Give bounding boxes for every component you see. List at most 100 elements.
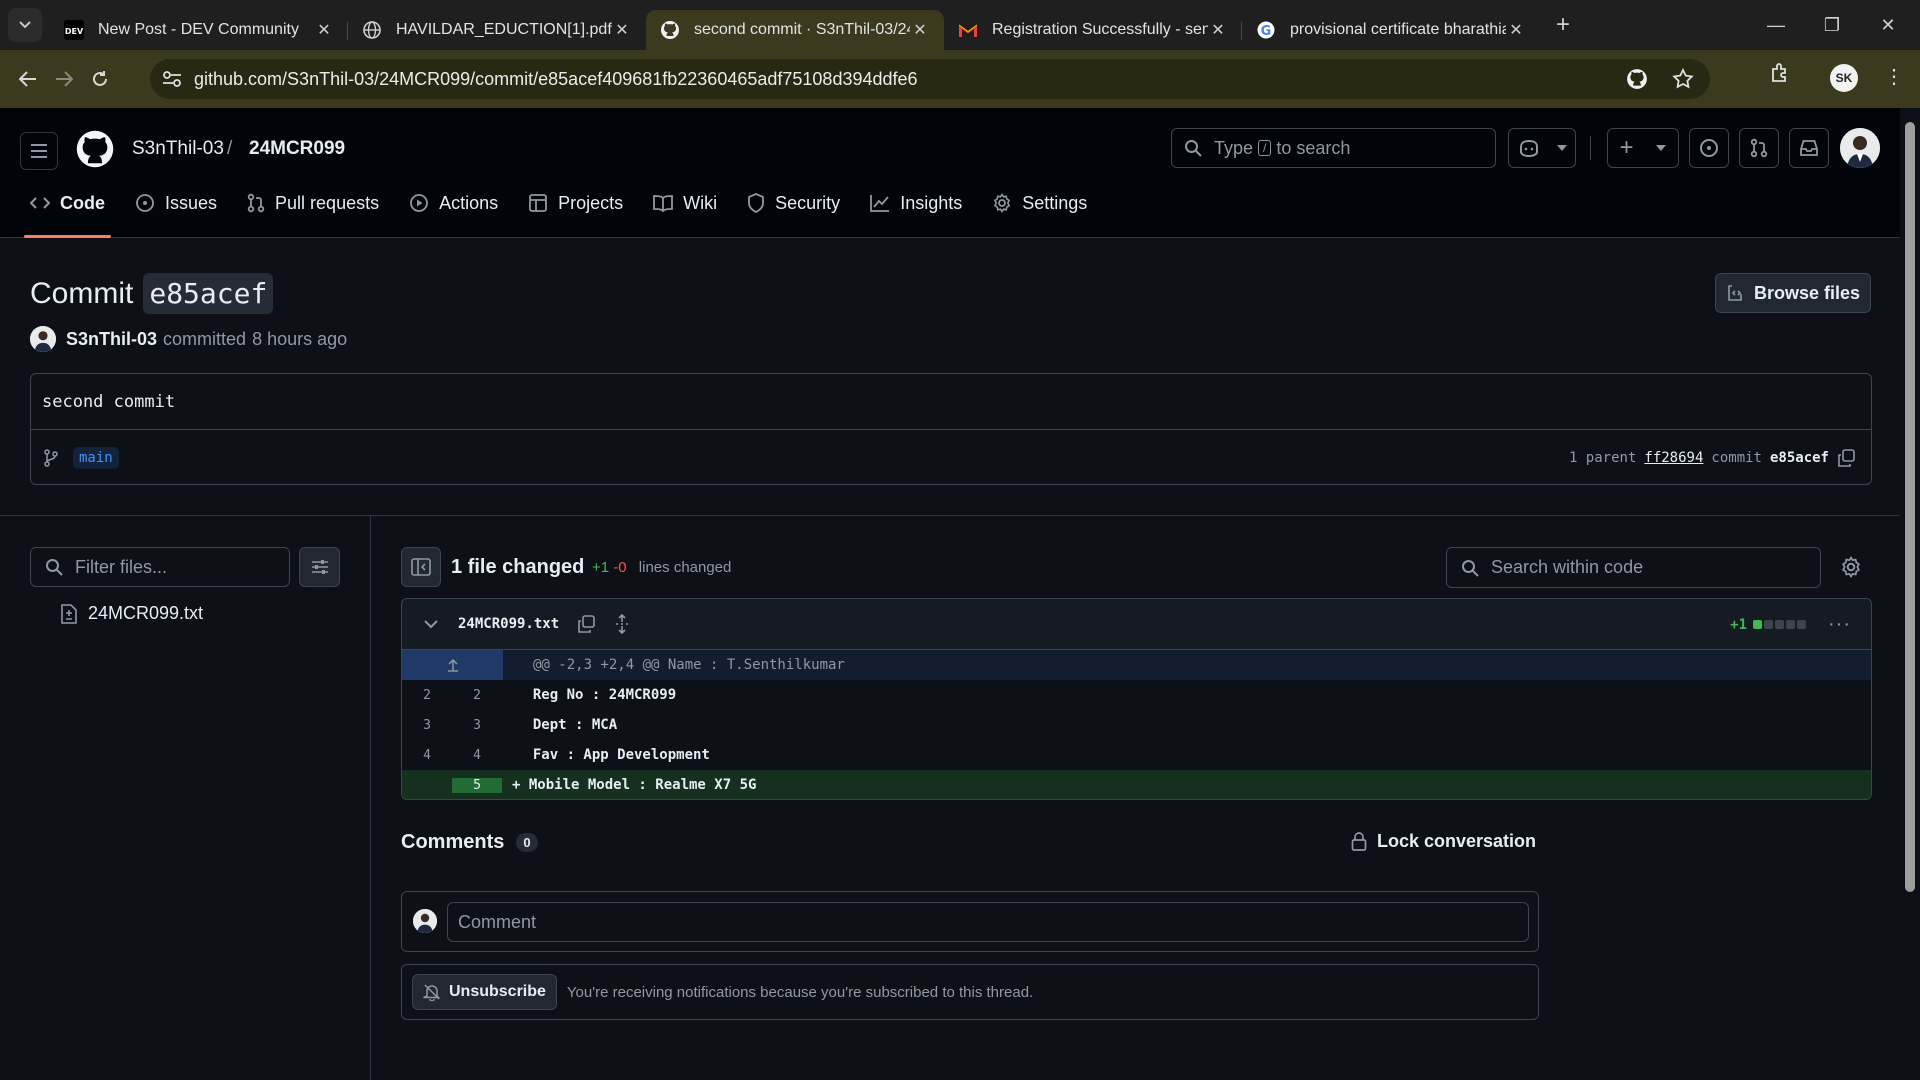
close-icon[interactable]: ✕ [314, 20, 334, 40]
search-within-code-input[interactable]: Search within code [1446, 547, 1821, 588]
file-diff-icon [61, 603, 77, 624]
sliders-icon [311, 560, 328, 574]
copy-icon[interactable] [577, 615, 595, 633]
global-search-input[interactable]: Type / to search [1171, 128, 1496, 168]
extensions-icon[interactable] [1768, 61, 1792, 85]
bookmark-star-icon[interactable] [1672, 68, 1694, 90]
lock-icon [1351, 831, 1367, 851]
tab-label: Settings [1022, 192, 1088, 213]
old-line-number[interactable]: 3 [402, 718, 452, 733]
user-avatar[interactable] [1840, 128, 1880, 168]
github-logo-icon[interactable] [76, 130, 114, 168]
scrollbar-thumb[interactable] [1905, 122, 1915, 892]
toggle-file-tree-button[interactable] [401, 547, 441, 587]
file-tree-item[interactable]: 24MCR099.txt [60, 603, 203, 624]
create-new-button[interactable]: + [1607, 128, 1679, 168]
tab-issues[interactable]: Issues [123, 180, 229, 226]
issues-button[interactable] [1689, 128, 1729, 168]
site-settings-icon[interactable] [162, 70, 182, 88]
commit-parents: 1 parent ff28694 commit e85acef [1569, 430, 1855, 485]
tab-search-button[interactable] [8, 8, 42, 42]
tab-settings[interactable]: Settings [980, 180, 1099, 226]
forward-button[interactable] [46, 61, 82, 97]
more-options-button[interactable]: ··· [1828, 613, 1851, 636]
menu-button[interactable] [20, 132, 58, 170]
additions-count: +1 [592, 559, 610, 576]
plus-icon: + [1619, 134, 1634, 161]
code-icon [30, 197, 50, 209]
close-icon[interactable]: ✕ [1506, 20, 1526, 40]
tab-actions[interactable]: Actions [397, 180, 510, 226]
google-icon: G [1256, 20, 1276, 40]
tab-security[interactable]: Security [735, 180, 852, 226]
copilot-button[interactable] [1508, 128, 1576, 168]
address-bar[interactable]: github.com/S3nThil-03/24MCR099/commit/e8… [150, 59, 1710, 99]
new-line-number[interactable]: 4 [452, 748, 502, 763]
tab-label: Security [775, 192, 841, 213]
copy-icon[interactable] [1837, 448, 1855, 467]
browser-tab-github[interactable]: second commit · S3nThil-03/24M ✕ [646, 10, 944, 50]
commit-hash: e85acef [1769, 449, 1829, 466]
lock-conversation-button[interactable]: Lock conversation [1351, 831, 1536, 852]
tab-label: Wiki [683, 192, 718, 213]
hunk-header: @@ -2,3 +2,4 @@ Name : T.Senthilkumar [402, 650, 1871, 680]
minimize-button[interactable]: — [1748, 0, 1804, 50]
repo-name-link[interactable]: 24MCR099 [249, 138, 345, 160]
divider [370, 516, 371, 1080]
tab-pull-requests[interactable]: Pull requests [235, 180, 391, 226]
filter-options-button[interactable] [299, 547, 340, 587]
arrow-right-icon [56, 71, 73, 87]
inbox-button[interactable] [1789, 128, 1829, 168]
new-line-number[interactable]: 2 [452, 688, 502, 703]
parent-hash-link[interactable]: ff28694 [1644, 450, 1703, 466]
branch-badge[interactable]: main [73, 446, 119, 469]
old-line-number[interactable]: 4 [402, 748, 452, 763]
tab-wiki[interactable]: Wiki [641, 180, 729, 226]
repo-owner-link[interactable]: S3nThil-03 [132, 138, 224, 160]
browser-tab-pdf[interactable]: HAVILDAR_EDUCTION[1].pdf ✕ [348, 10, 646, 50]
unsubscribe-button[interactable]: Unsubscribe [412, 974, 557, 1010]
avatar-photo-icon [1840, 128, 1880, 168]
tab-label: Projects [558, 192, 624, 213]
new-line-number[interactable]: 5 [452, 777, 502, 793]
browser-tab-gmail[interactable]: Registration Successfully - sent ✕ [944, 10, 1242, 50]
reload-button[interactable] [82, 61, 118, 97]
close-icon[interactable]: ✕ [910, 20, 930, 40]
browser-tab-dev[interactable]: DEV New Post - DEV Community ✕ [50, 10, 348, 50]
diff-settings-icon[interactable] [1840, 556, 1862, 578]
back-button[interactable] [10, 61, 46, 97]
tab-projects[interactable]: Projects [516, 180, 635, 226]
diff-file-name[interactable]: 24MCR099.txt [458, 616, 559, 632]
file-diff: 24MCR099.txt +1 ··· @@ -2,3 +2,4 @@ Name… [401, 598, 1872, 800]
pull-requests-button[interactable] [1739, 128, 1779, 168]
close-icon[interactable]: ✕ [612, 20, 632, 40]
profile-avatar[interactable]: SK [1830, 64, 1858, 92]
new-line-number[interactable]: 3 [452, 718, 502, 733]
close-icon[interactable]: ✕ [1208, 20, 1228, 40]
expand-up-icon[interactable] [402, 650, 503, 680]
tab-insights[interactable]: Insights [858, 180, 974, 226]
page-scrollbar[interactable] [1900, 108, 1920, 1080]
chevron-down-icon[interactable] [424, 619, 438, 629]
commit-short-hash: e85acef [143, 273, 274, 314]
close-window-button[interactable]: ✕ [1860, 0, 1916, 50]
browser-menu-icon[interactable]: ⋮ [1884, 64, 1904, 89]
tab-title: New Post - DEV Community [98, 21, 299, 38]
old-line-number[interactable]: 2 [402, 688, 452, 703]
tab-code[interactable]: Code [18, 180, 117, 238]
bell-slash-icon [423, 984, 441, 1001]
filter-files-input[interactable]: Filter files... [30, 547, 290, 587]
author-avatar[interactable] [30, 326, 56, 352]
restore-button[interactable]: ❐ [1804, 0, 1860, 50]
browser-tab-google[interactable]: G provisional certificate bharathia ✕ [1242, 10, 1540, 50]
search-icon [46, 559, 63, 576]
tab-label: Insights [900, 192, 963, 213]
expand-all-icon[interactable] [613, 614, 631, 634]
comment-input[interactable]: Comment [447, 902, 1529, 942]
new-tab-button[interactable]: + [1546, 11, 1580, 39]
browse-files-button[interactable]: Browse files [1715, 273, 1871, 313]
github-icon[interactable] [1626, 68, 1648, 90]
profile-initials: SK [1835, 71, 1853, 85]
author-link[interactable]: S3nThil-03 [66, 329, 157, 350]
comment-box: Comment [401, 891, 1539, 952]
